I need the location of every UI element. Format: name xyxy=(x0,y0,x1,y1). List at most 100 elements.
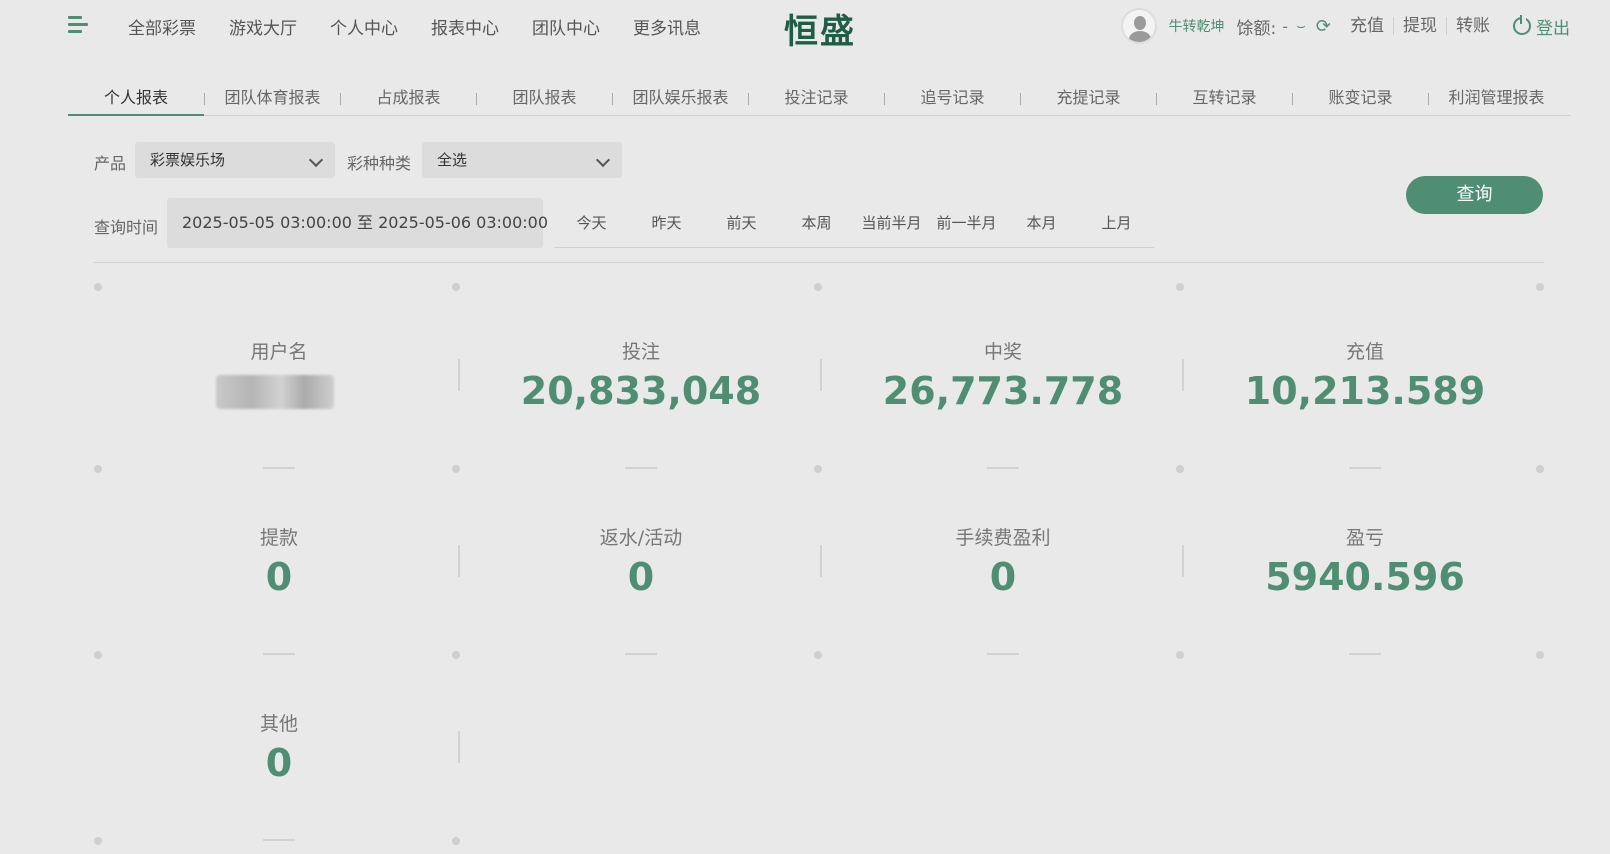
grid-dot xyxy=(94,465,102,473)
stat-rebate-activity: 返水/活动 0 xyxy=(460,473,822,659)
balance-value: - xyxy=(1282,16,1289,36)
grid-dot xyxy=(1176,651,1184,659)
date-range-input[interactable]: 2025-05-05 03:00:00 至 2025-05-06 03:00:0… xyxy=(167,198,548,248)
stat-label: 手续费盈利 xyxy=(955,527,1051,549)
stat-profit-loss: 盈亏 5940.596 xyxy=(1184,473,1546,659)
tab-team-report[interactable]: 团队报表 xyxy=(477,82,612,116)
cell-underline xyxy=(1349,467,1381,469)
stat-label: 投注 xyxy=(621,341,660,363)
quick-date-this-week[interactable]: 本周 xyxy=(779,208,854,247)
stat-deposit: 充值 10,213.589 xyxy=(1184,287,1546,473)
tab-account-change-records[interactable]: 账变记录 xyxy=(1293,82,1428,116)
stat-value: 20,833,048 xyxy=(520,369,762,413)
tab-team-sports-report[interactable]: 团队体育报表 xyxy=(205,82,340,116)
logout-button[interactable]: 登出 xyxy=(1513,14,1570,39)
grid-dot xyxy=(452,283,460,291)
nav-team-center[interactable]: 团队中心 xyxy=(532,14,600,39)
stat-value: 5940.596 xyxy=(1265,555,1465,599)
quick-date-range: 今天 昨天 前天 本周 当前半月 前一半月 本月 上月 xyxy=(554,208,1154,248)
username: 牛转乾坤 xyxy=(1168,19,1225,35)
tab-deposit-withdraw-records[interactable]: 充提记录 xyxy=(1021,82,1156,116)
grid-dot xyxy=(1536,651,1544,659)
grid-dot xyxy=(1176,283,1184,291)
deposit-link[interactable]: 充值 xyxy=(1341,17,1394,35)
nav-personal-center[interactable]: 个人中心 xyxy=(330,14,398,39)
tab-profit-management-report[interactable]: 利润管理报表 xyxy=(1429,82,1564,116)
quick-date-today[interactable]: 今天 xyxy=(554,208,629,247)
grid-dot xyxy=(1536,283,1544,291)
query-button[interactable]: 查询 xyxy=(1406,176,1543,214)
eye-closed-icon[interactable]: ⌣ xyxy=(1296,17,1306,35)
product-select-value: 彩票娱乐场 xyxy=(150,151,226,169)
divider xyxy=(94,262,1544,263)
chevron-down-icon xyxy=(308,152,324,168)
avatar[interactable] xyxy=(1120,8,1157,44)
query-time-label: 查询时间 xyxy=(94,218,159,237)
quick-date-previous-half-month[interactable]: 前一半月 xyxy=(929,208,1004,247)
stat-label: 用户名 xyxy=(250,341,308,363)
cell-underline xyxy=(263,653,295,655)
stat-label: 提款 xyxy=(259,527,298,549)
stat-value: 0 xyxy=(265,555,293,599)
stat-value: 0 xyxy=(989,555,1017,599)
nav-all-lottery[interactable]: 全部彩票 xyxy=(128,14,196,39)
quick-date-yesterday[interactable]: 昨天 xyxy=(629,208,704,247)
logout-label: 登出 xyxy=(1536,18,1570,39)
lottery-type-label: 彩种种类 xyxy=(347,154,412,173)
logo[interactable]: 恒盛 xyxy=(784,4,856,53)
grid-dot xyxy=(1176,465,1184,473)
report-tabs: 个人报表 团队体育报表 占成报表 团队报表 团队娱乐报表 投注记录 追号记录 充… xyxy=(68,82,1570,116)
tab-transfer-records[interactable]: 互转记录 xyxy=(1157,82,1292,116)
stat-value: 26,773.778 xyxy=(882,369,1124,413)
nav-more-info[interactable]: 更多讯息 xyxy=(633,14,701,39)
stat-label: 中奖 xyxy=(983,341,1022,363)
stat-bet: 投注 20,833,048 xyxy=(460,287,822,473)
stat-fee-profit: 手续费盈利 0 xyxy=(822,473,1184,659)
grid-dot xyxy=(94,651,102,659)
grid-dot xyxy=(452,465,460,473)
grid-dot xyxy=(814,283,822,291)
quick-date-day-before[interactable]: 前天 xyxy=(704,208,779,247)
chevron-down-icon xyxy=(595,152,611,168)
stat-value: 10,213.589 xyxy=(1244,369,1486,413)
product-select[interactable]: 彩票娱乐场 xyxy=(135,142,335,178)
stat-value: 0 xyxy=(627,555,655,599)
cell-underline xyxy=(987,467,1019,469)
transfer-link[interactable]: 转账 xyxy=(1447,17,1499,35)
cell-underline xyxy=(987,653,1019,655)
tab-team-entertainment-report[interactable]: 团队娱乐报表 xyxy=(613,82,748,116)
grid-dot xyxy=(814,651,822,659)
product-label: 产品 xyxy=(94,154,127,173)
quick-date-current-half-month[interactable]: 当前半月 xyxy=(854,208,929,247)
quick-date-last-month[interactable]: 上月 xyxy=(1079,208,1154,247)
stat-label: 其他 xyxy=(259,713,298,735)
menu-icon[interactable] xyxy=(68,16,88,34)
stat-label: 盈亏 xyxy=(1345,527,1384,549)
quick-date-this-month[interactable]: 本月 xyxy=(1004,208,1079,247)
refresh-icon[interactable]: ⟳ xyxy=(1316,16,1331,37)
cell-underline xyxy=(1349,653,1381,655)
grid-dot xyxy=(1536,465,1544,473)
power-icon xyxy=(1513,15,1531,35)
stat-value: 0 xyxy=(265,741,293,785)
lottery-type-select-value: 全选 xyxy=(437,151,468,169)
tab-share-report[interactable]: 占成报表 xyxy=(341,82,476,116)
withdraw-link[interactable]: 提现 xyxy=(1394,17,1447,35)
grid-dot xyxy=(814,465,822,473)
main-nav: 全部彩票 游戏大厅 个人中心 报表中心 团队中心 更多讯息 xyxy=(128,14,734,39)
nav-game-hall[interactable]: 游戏大厅 xyxy=(229,14,297,39)
stat-other: 其他 0 xyxy=(98,659,460,845)
top-header: 全部彩票 游戏大厅 个人中心 报表中心 团队中心 更多讯息 恒盛 牛转乾坤 馀额… xyxy=(0,0,1610,52)
cell-underline xyxy=(625,653,657,655)
tab-personal-report[interactable]: 个人报表 xyxy=(68,82,204,116)
nav-report-center[interactable]: 报表中心 xyxy=(431,14,499,39)
tab-bet-records[interactable]: 投注记录 xyxy=(749,82,884,116)
grid-dot xyxy=(94,837,102,845)
tab-chase-records[interactable]: 追号记录 xyxy=(885,82,1020,116)
grid-dot xyxy=(452,651,460,659)
stat-label: 充值 xyxy=(1345,341,1384,363)
grid-dot xyxy=(94,283,102,291)
lottery-type-select[interactable]: 全选 xyxy=(422,142,622,178)
stat-prize: 中奖 26,773.778 xyxy=(822,287,1184,473)
cell-underline xyxy=(263,467,295,469)
